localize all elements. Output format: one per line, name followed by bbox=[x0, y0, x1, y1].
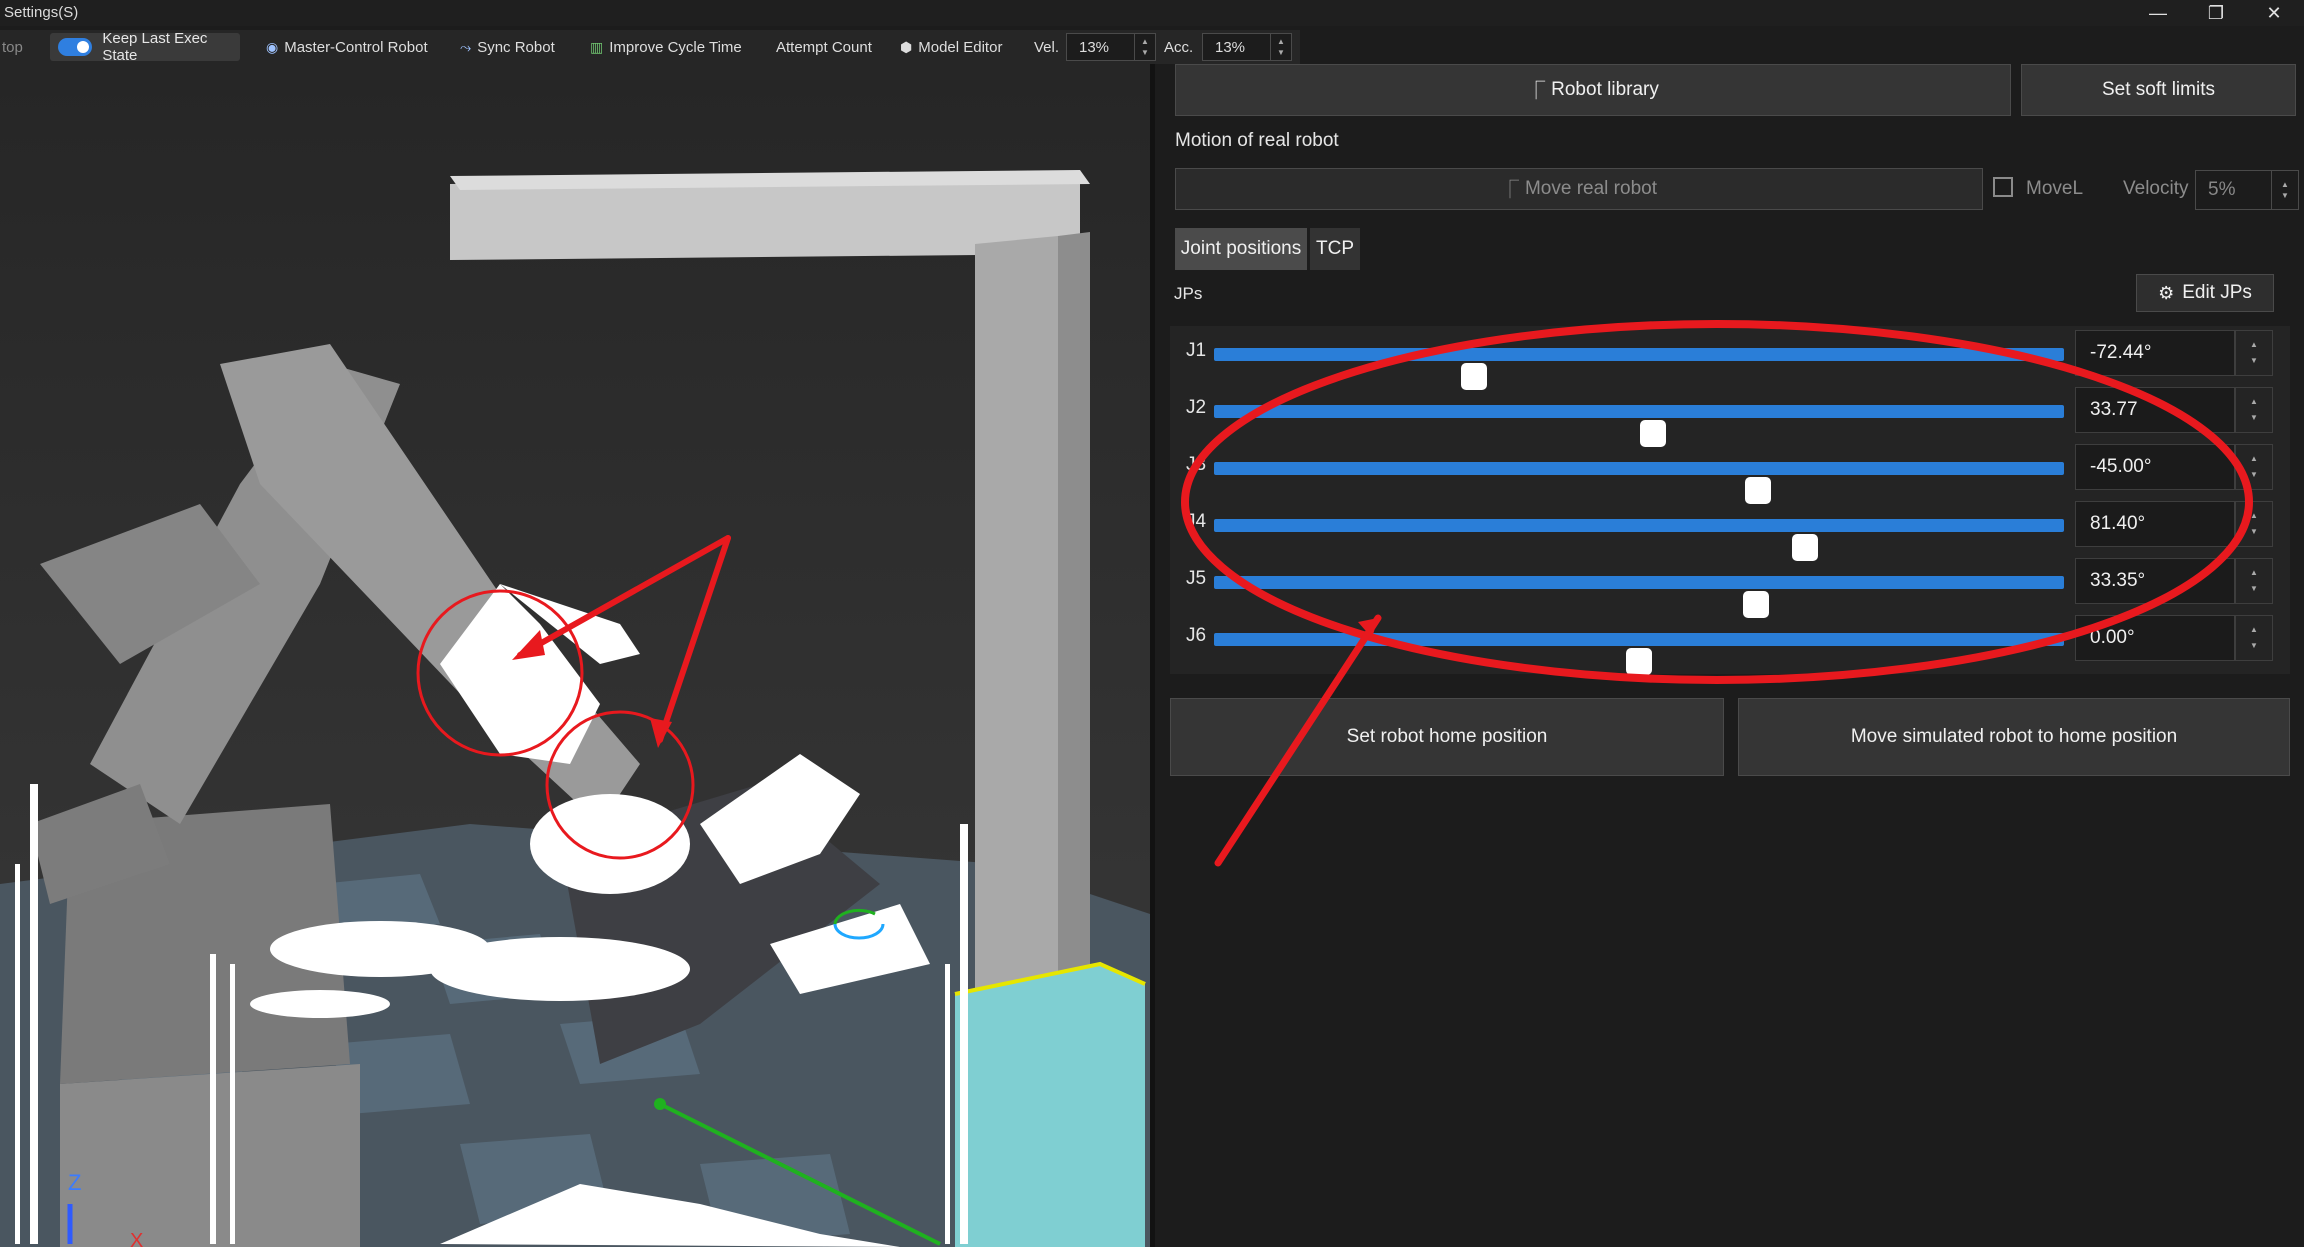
robot-arm-icon: ⎾ bbox=[1527, 81, 1546, 101]
model-editor-label: Model Editor bbox=[918, 38, 1003, 56]
joint-row-j1: J1 -72.44° ▲ ▼ bbox=[1170, 326, 2290, 390]
joint-row-j4: J4 81.40° ▲ ▼ bbox=[1170, 497, 2290, 561]
robot-globe-icon: ◉ bbox=[266, 38, 279, 55]
close-button[interactable]: ✕ bbox=[2246, 0, 2302, 26]
move-real-robot-button[interactable]: ⎾ Move real robot bbox=[1175, 168, 1983, 210]
set-robot-home-button[interactable]: Set robot home position bbox=[1170, 698, 1724, 776]
velocity-value: 5% bbox=[2208, 179, 2236, 200]
joint-label: J3 bbox=[1186, 454, 1207, 475]
keep-last-exec-state-label: Keep Last Exec State bbox=[102, 30, 208, 64]
acc-stepper[interactable]: ▲ ▼ bbox=[1270, 34, 1291, 60]
vel-value: 13% bbox=[1079, 38, 1110, 56]
minimize-button[interactable]: — bbox=[2130, 0, 2186, 26]
move-simulated-home-button[interactable]: Move simulated robot to home position bbox=[1738, 698, 2290, 776]
joint-row-j6: J6 0.00° ▲ ▼ bbox=[1170, 611, 2290, 675]
acc-label: Acc. bbox=[1164, 38, 1194, 56]
movel-checkbox[interactable] bbox=[1993, 177, 2013, 197]
vel-label: Vel. bbox=[1034, 38, 1060, 56]
joint-row-j3: J3 -45.00° ▲ ▼ bbox=[1170, 440, 2290, 504]
joint-label: J6 bbox=[1186, 625, 1207, 646]
joint-slider-track[interactable] bbox=[1214, 519, 2064, 561]
joint-value-field[interactable]: 0.00° bbox=[2075, 615, 2235, 661]
joint-row-j5: J5 33.35° ▲ ▼ bbox=[1170, 554, 2290, 618]
joint-value-field[interactable]: 33.35° bbox=[2075, 558, 2235, 604]
toggle-switch-icon[interactable] bbox=[58, 38, 93, 56]
joint-value-stepper[interactable]: ▲ ▼ bbox=[2235, 387, 2273, 433]
z-axis-label: Z bbox=[68, 1170, 81, 1195]
joint-slider-track[interactable] bbox=[1214, 348, 2064, 390]
sync-robot-icon: ⤳ bbox=[460, 38, 472, 55]
scene-render: Z X bbox=[0, 64, 1150, 1247]
joint-slider-handle[interactable] bbox=[1626, 648, 1652, 675]
jps-label: JPs bbox=[1174, 284, 1203, 303]
attempt-count-button[interactable]: Attempt Count bbox=[776, 30, 872, 64]
acc-spinbox[interactable]: 13% ▲ ▼ bbox=[1202, 33, 1292, 61]
joint-slider-track[interactable] bbox=[1214, 405, 2064, 447]
joint-value-stepper[interactable]: ▲ ▼ bbox=[2235, 501, 2273, 547]
joint-label: J1 bbox=[1186, 340, 1207, 361]
joint-value-field[interactable]: 81.40° bbox=[2075, 501, 2235, 547]
joint-value-stepper[interactable]: ▲ ▼ bbox=[2235, 330, 2273, 376]
improve-cycle-time-button[interactable]: ▥ Improve Cycle Time bbox=[590, 30, 742, 64]
joint-label: J4 bbox=[1186, 511, 1207, 532]
robot-arm-icon: ⎾ bbox=[1500, 180, 1519, 200]
tab-tcp[interactable]: TCP bbox=[1310, 228, 1360, 270]
vel-spinbox[interactable]: 13% ▲ ▼ bbox=[1066, 33, 1156, 61]
joint-value-field[interactable]: -45.00° bbox=[2075, 444, 2235, 490]
gear-icon: ⚙ bbox=[2158, 282, 2175, 303]
improve-cycle-time-label: Improve Cycle Time bbox=[609, 38, 742, 56]
joint-value-stepper[interactable]: ▲ ▼ bbox=[2235, 558, 2273, 604]
sync-robot-label: Sync Robot bbox=[477, 38, 555, 56]
edit-jps-button[interactable]: ⚙ Edit JPs bbox=[2136, 274, 2274, 312]
model-editor-icon: ⬢ bbox=[900, 38, 913, 55]
joint-value-field[interactable]: 33.77 bbox=[2075, 387, 2235, 433]
joint-value-stepper[interactable]: ▲ ▼ bbox=[2235, 615, 2273, 661]
title-bar: Settings(S) — ❐ ✕ bbox=[0, 0, 2304, 26]
truncated-toolbar-label[interactable]: top bbox=[2, 30, 23, 64]
joint-slider-group: J1 -72.44° ▲ ▼ J2 33.77 ▲ ▼ J3 -45.00° ▲ ▼ … bbox=[1170, 326, 2290, 675]
robot-library-label: Robot library bbox=[1551, 79, 1659, 100]
motion-section-title: Motion of real robot bbox=[1175, 130, 1339, 151]
velocity-spinbox[interactable]: 5% ▲ ▼ bbox=[2195, 170, 2299, 210]
robot-library-button[interactable]: ⎾ Robot library bbox=[1175, 64, 2011, 116]
movel-label: MoveL bbox=[2026, 178, 2084, 199]
edit-jps-label: Edit JPs bbox=[2182, 282, 2252, 303]
joint-slider-track[interactable] bbox=[1214, 462, 2064, 504]
3d-viewport[interactable]: Z X bbox=[0, 64, 1150, 1247]
acc-value: 13% bbox=[1215, 38, 1246, 56]
joint-value-stepper[interactable]: ▲ ▼ bbox=[2235, 444, 2273, 490]
joint-slider-track[interactable] bbox=[1214, 576, 2064, 618]
tab-joint-positions[interactable]: Joint positions bbox=[1175, 228, 1307, 270]
joint-label: J2 bbox=[1186, 397, 1207, 418]
joint-value-field[interactable]: -72.44° bbox=[2075, 330, 2235, 376]
velocity-stepper[interactable]: ▲ ▼ bbox=[2271, 171, 2298, 209]
set-soft-limits-button[interactable]: Set soft limits bbox=[2021, 64, 2296, 116]
restore-button[interactable]: ❐ bbox=[2188, 0, 2244, 26]
master-control-robot-label: Master-Control Robot bbox=[284, 38, 428, 56]
x-axis-label: X bbox=[130, 1230, 143, 1247]
joint-label: J5 bbox=[1186, 568, 1207, 589]
master-control-robot-button[interactable]: ◉ Master-Control Robot bbox=[266, 30, 428, 64]
gantry-post bbox=[975, 236, 1058, 1014]
cyan-bin bbox=[955, 964, 1145, 1247]
keep-last-exec-state-toggle[interactable]: Keep Last Exec State bbox=[50, 30, 240, 64]
window-title: Settings(S) bbox=[4, 4, 79, 21]
move-real-robot-label: Move real robot bbox=[1524, 178, 1657, 199]
joint-row-j2: J2 33.77 ▲ ▼ bbox=[1170, 383, 2290, 447]
bar-chart-icon: ▥ bbox=[590, 38, 604, 55]
sync-robot-button[interactable]: ⤳ Sync Robot bbox=[460, 30, 555, 64]
toolbar: top Keep Last Exec State ◉ Master-Contro… bbox=[0, 30, 1300, 64]
velocity-label: Velocity bbox=[2123, 178, 2189, 199]
vel-stepper[interactable]: ▲ ▼ bbox=[1134, 34, 1155, 60]
joint-slider-track[interactable] bbox=[1214, 633, 2064, 675]
model-editor-button[interactable]: ⬢ Model Editor bbox=[900, 30, 1002, 64]
